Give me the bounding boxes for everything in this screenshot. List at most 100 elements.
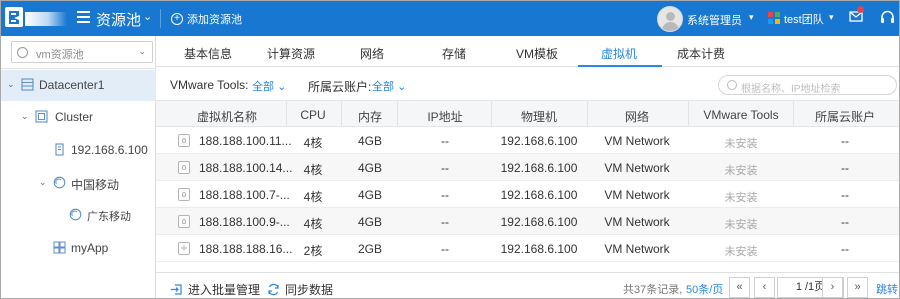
user-chevron-down-icon[interactable]: ▾ xyxy=(749,12,754,23)
tab-compute[interactable]: 计算资源 xyxy=(267,45,315,62)
last-page-button[interactable]: » xyxy=(847,277,868,298)
first-page-button[interactable]: « xyxy=(729,277,750,298)
linux-vm-icon xyxy=(178,161,190,174)
vm-name[interactable]: 188.188.100.14... xyxy=(199,161,292,175)
column-divider xyxy=(793,101,794,127)
divider xyxy=(160,9,161,28)
tools-filter-label: VMware Tools: xyxy=(170,78,249,92)
add-pool-button[interactable]: + 添加资源池 xyxy=(171,11,242,27)
vm-network: VM Network xyxy=(604,134,670,148)
vm-cpu: 4核 xyxy=(303,136,323,150)
datacenter-icon xyxy=(21,78,34,91)
column-header-vmware-tools[interactable]: VMware Tools xyxy=(703,108,778,122)
column-header-name[interactable]: 虚拟机名称 xyxy=(197,108,257,125)
column-divider xyxy=(688,101,689,127)
search-input[interactable]: 根据名称、IP地址检索 xyxy=(718,75,897,95)
tab-storage[interactable]: 存储 xyxy=(442,45,466,62)
hamburger-menu-icon[interactable] xyxy=(77,11,90,23)
vm-memory: 4GB xyxy=(357,215,383,229)
chevron-down-icon[interactable]: ⌄ xyxy=(39,177,47,188)
tools-filter-dropdown[interactable]: 全部 ⌄ xyxy=(252,78,286,94)
vm-name[interactable]: 188.188.100.9-... xyxy=(199,215,290,229)
vm-network: VM Network xyxy=(604,242,670,256)
chevron-down-icon[interactable]: ⌄ xyxy=(21,111,29,122)
tree-item-datacenter[interactable]: ⌄ Datacenter1 xyxy=(1,70,156,101)
table-row[interactable]: 188.188.100.11... 4核 4GB -- 192.168.6.10… xyxy=(156,127,899,154)
vm-name[interactable]: 188.188.100.7-... xyxy=(199,188,290,202)
tab-virtual-machine[interactable]: 虚拟机 xyxy=(601,45,637,62)
resource-pool-icon xyxy=(53,176,66,189)
user-name[interactable]: 系统管理员 xyxy=(687,12,742,28)
column-header-ip[interactable]: IP地址 xyxy=(427,108,462,125)
headset-icon[interactable] xyxy=(880,10,895,25)
batch-manage-label: 进入批量管理 xyxy=(188,283,261,297)
vm-cloud-account: -- xyxy=(841,161,849,175)
tab-bar: 基本信息 计算资源 网络 存储 VM模板 虚拟机 成本计费 xyxy=(156,36,899,67)
vapp-icon xyxy=(53,241,66,254)
vm-cpu: 4核 xyxy=(303,163,323,177)
resource-pool-icon xyxy=(69,208,82,221)
table-row[interactable]: 188.188.188.16... 2核 2GB -- 192.168.6.10… xyxy=(156,235,899,262)
tab-cost-billing[interactable]: 成本计费 xyxy=(677,45,725,62)
next-page-button[interactable]: › xyxy=(822,277,843,298)
column-divider xyxy=(341,101,342,127)
top-bar: 资源池 ⌄ + 添加资源池 系统管理员 ▾ test团队 ▾ xyxy=(1,1,899,36)
enter-icon xyxy=(171,284,182,295)
vm-cloud-account: -- xyxy=(841,134,849,148)
vm-cpu: 4核 xyxy=(303,217,323,231)
sync-data-button[interactable]: 同步数据 xyxy=(267,281,333,298)
chevron-down-icon[interactable]: ⌄ xyxy=(143,10,152,23)
tree-item-label: Datacenter1 xyxy=(39,78,105,92)
vm-memory: 4GB xyxy=(357,188,383,202)
vm-host: 192.168.6.100 xyxy=(500,242,578,256)
table-header: 虚拟机名称 CPU 内存 IP地址 物理机 网络 VMware Tools 所属… xyxy=(156,100,899,127)
vm-host: 192.168.6.100 xyxy=(500,188,578,202)
notification-badge xyxy=(857,6,864,13)
add-pool-label: 添加资源池 xyxy=(187,14,242,26)
vm-cpu: 4核 xyxy=(303,190,323,204)
tree-item-label: 中国移动 xyxy=(71,178,120,192)
divider xyxy=(1,68,156,69)
jump-button[interactable]: 跳转 xyxy=(876,281,898,297)
table-row[interactable]: 188.188.100.14... 4核 4GB -- 192.168.6.10… xyxy=(156,154,899,181)
vm-host: 192.168.6.100 xyxy=(500,161,578,175)
batch-manage-button[interactable]: 进入批量管理 xyxy=(170,281,260,298)
total-records: 共37条记录, xyxy=(623,284,683,296)
linux-vm-icon xyxy=(178,215,190,228)
tree-item-vapp[interactable]: myApp xyxy=(1,233,156,264)
vm-name[interactable]: 188.188.100.11... xyxy=(199,134,292,148)
tree-item-resource-pool[interactable]: ⌄ 中国移动 xyxy=(1,168,156,199)
column-header-cloud-account[interactable]: 所属云账户 xyxy=(815,108,875,125)
vm-host: 192.168.6.100 xyxy=(500,215,578,229)
table-row[interactable]: 188.188.100.9-... 4核 4GB -- 192.168.6.10… xyxy=(156,208,899,235)
page-title[interactable]: 资源池 xyxy=(96,9,141,30)
vm-name[interactable]: 188.188.188.16... xyxy=(199,242,292,256)
tab-vm-template[interactable]: VM模板 xyxy=(516,45,558,62)
vm-cpu: 2核 xyxy=(303,244,323,258)
table-row[interactable]: 188.188.100.7-... 4核 4GB -- 192.168.6.10… xyxy=(156,181,899,208)
resource-tree-panel: vm资源池 ⌄ ⌄ Datacenter1 ⌄ Cluster 192.168.… xyxy=(1,36,156,298)
tree-item-label: 广东移动 xyxy=(87,211,131,223)
column-header-network[interactable]: 网络 xyxy=(625,108,649,125)
account-filter-dropdown[interactable]: 全部 ⌄ xyxy=(372,78,406,94)
tree-item-host[interactable]: 192.168.6.100 xyxy=(1,135,156,166)
tab-basic-info[interactable]: 基本信息 xyxy=(184,45,232,62)
tree-item-label: Cluster xyxy=(55,110,94,124)
pool-select[interactable]: vm资源池 ⌄ xyxy=(11,41,153,63)
linux-vm-icon xyxy=(178,134,190,147)
vm-tools-status: 未安装 xyxy=(724,138,758,150)
avatar[interactable] xyxy=(657,6,683,32)
pool-icon xyxy=(17,47,28,58)
chevron-down-icon[interactable]: ⌄ xyxy=(7,79,15,90)
column-header-host[interactable]: 物理机 xyxy=(521,108,557,125)
prev-page-button[interactable]: ‹ xyxy=(754,277,775,298)
brand-logo-text xyxy=(25,12,67,26)
team-chevron-down-icon[interactable]: ▾ xyxy=(829,12,834,23)
column-header-memory[interactable]: 内存 xyxy=(358,108,382,125)
vm-network: VM Network xyxy=(604,215,670,229)
tab-network[interactable]: 网络 xyxy=(360,45,384,62)
column-header-cpu[interactable]: CPU xyxy=(300,108,325,122)
tree-item-cluster[interactable]: ⌄ Cluster xyxy=(1,102,156,133)
team-name[interactable]: test团队 xyxy=(784,11,824,27)
tree-item-sub-resource-pool[interactable]: 广东移动 xyxy=(1,200,156,231)
